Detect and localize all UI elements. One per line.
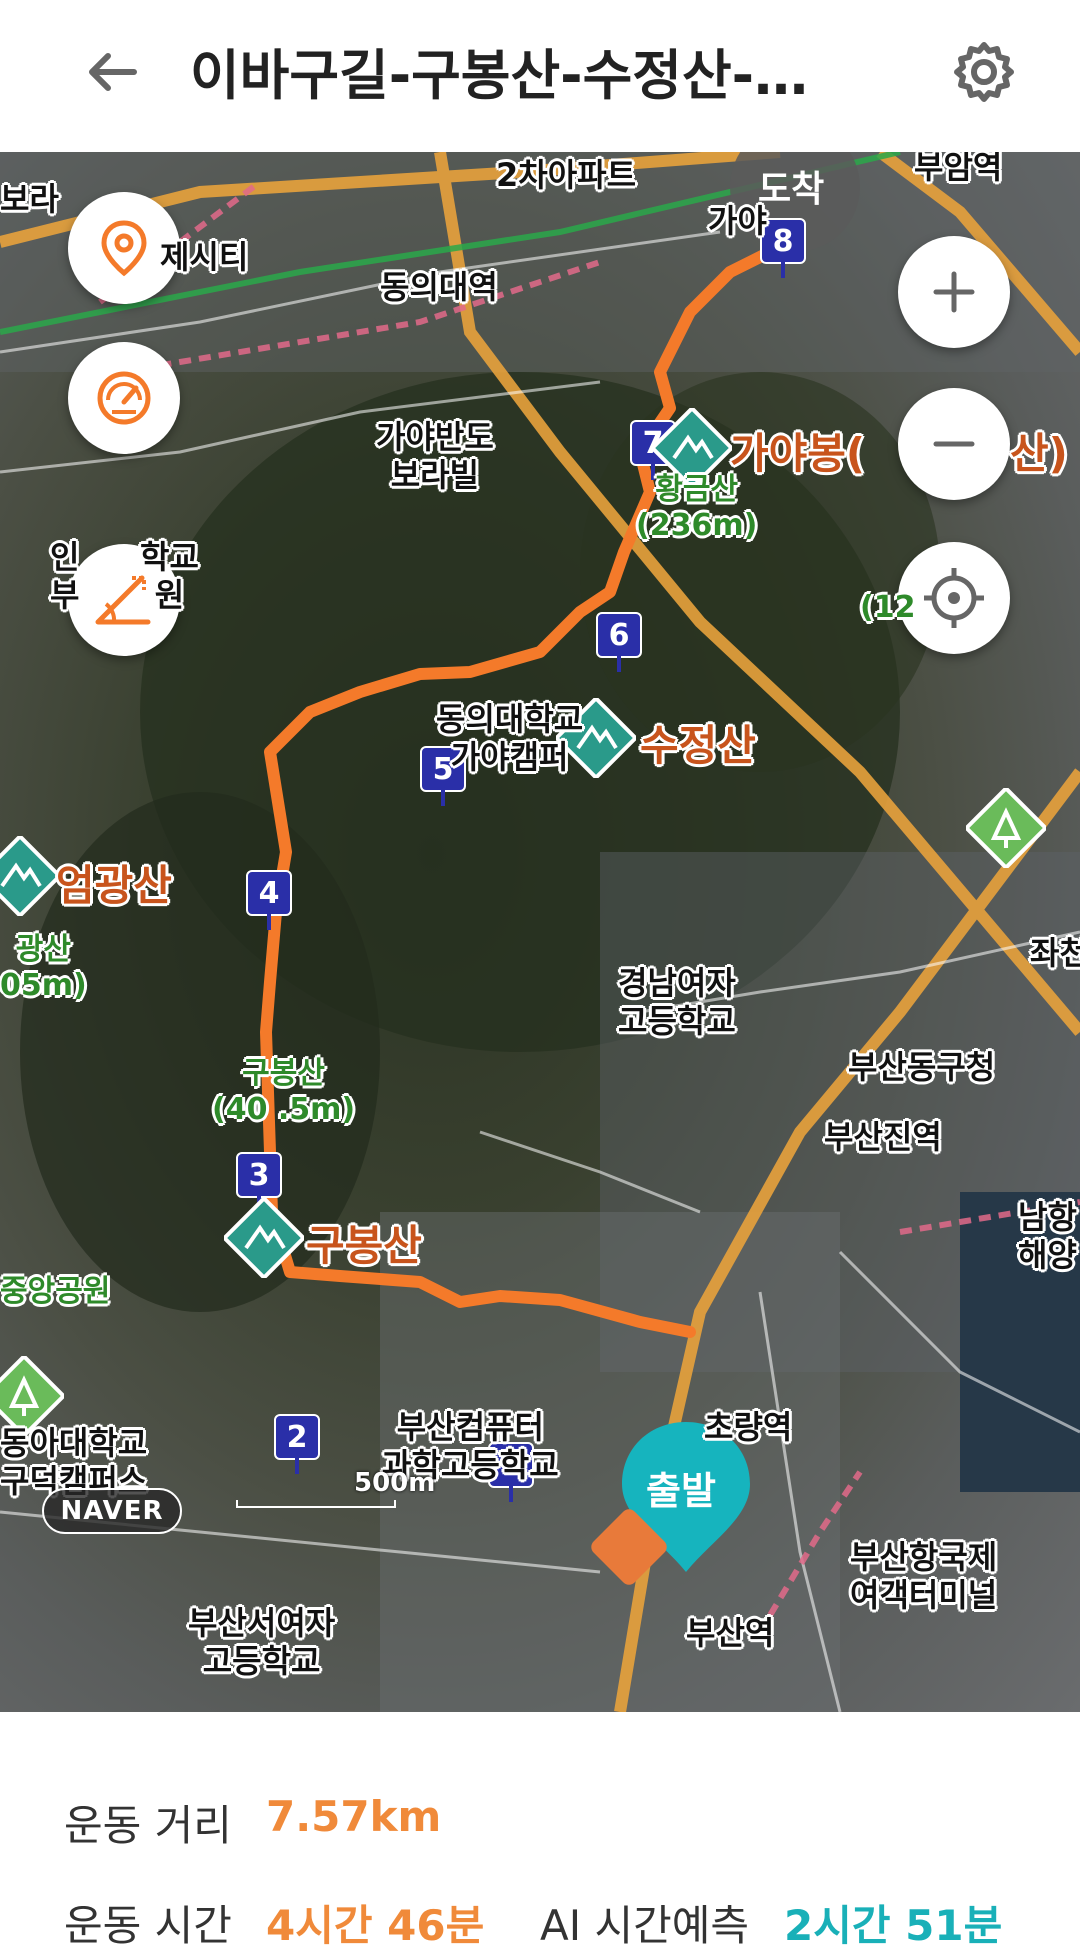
- place-label: 2차아파트: [496, 156, 637, 194]
- peak-label-gubongsan: 구봉산: [306, 1221, 422, 1270]
- map-pin-icon: [101, 220, 147, 277]
- mountain-icon: [0, 836, 60, 916]
- place-label: 동의대역: [380, 268, 498, 306]
- place-label: 동의대학교 가야캠퍼: [436, 700, 584, 776]
- mountain-icon: [224, 1198, 304, 1278]
- route-map[interactable]: 도착 출발 1 2 3 4 5 6 7 8 가야봉( 산) 수정산 엄광산 구봉…: [0, 152, 1080, 1712]
- scale-bar: 500m: [236, 1468, 435, 1512]
- place-label: 부산역: [686, 1614, 775, 1652]
- waypoint-2[interactable]: 2: [274, 1414, 320, 1474]
- place-label: 인 부: [50, 538, 80, 614]
- distance-label: 운동 거리: [64, 1801, 232, 1850]
- elevation-label: 황금산 (236m): [636, 472, 758, 543]
- place-label: 학교 원: [140, 538, 199, 614]
- elevation-label: (12: [860, 590, 916, 625]
- time-label: 운동 시간: [64, 1901, 232, 1950]
- place-label: 부암역: [914, 152, 1003, 186]
- peak-label-sujeongsan: 수정산: [640, 721, 756, 770]
- place-label: 가야: [708, 202, 767, 240]
- gear-icon: [954, 42, 1014, 102]
- back-button[interactable]: [72, 36, 152, 108]
- settings-button[interactable]: [942, 30, 1026, 114]
- arrow-left-icon: [89, 53, 137, 91]
- time-value: 4시간 46분: [266, 1901, 485, 1950]
- top-bar: 이바구길-구봉산-수정산-…: [0, 0, 1080, 152]
- distance-value: 7.57km: [266, 1792, 442, 1841]
- plus-icon: [933, 271, 975, 313]
- stats-panel: 운동 거리 7.57km 운동 시간 4시간 46분 AI 시간예측 2시간 5…: [0, 1712, 1080, 1960]
- place-label: 경남여자 고등학교: [618, 964, 736, 1040]
- place-label: 가야반도 보라빌: [376, 418, 494, 494]
- page-title: 이바구길-구봉산-수정산-…: [190, 44, 809, 107]
- elevation-label: 구봉산 (40 .5m): [212, 1056, 356, 1127]
- place-label: 보라: [0, 180, 59, 218]
- naver-logo: NAVER: [42, 1488, 182, 1534]
- crosshair-icon: [924, 568, 984, 628]
- peak-label-eomgwangsan: 엄광산: [56, 861, 172, 910]
- end-marker-label: 도착: [758, 169, 825, 210]
- elevation-label: 광산 05m): [0, 932, 87, 1003]
- place-label: 부산동구청: [848, 1048, 996, 1086]
- place-label: 중앙공원: [0, 1274, 111, 1309]
- start-marker-label: 출발: [646, 1469, 716, 1513]
- place-label: 제시티: [160, 238, 249, 276]
- place-label: 좌천: [1030, 934, 1080, 972]
- place-label: 부산항국제 여객터미널: [850, 1538, 998, 1614]
- zoom-in-button[interactable]: [898, 236, 1010, 348]
- place-label: 부산진역: [824, 1118, 942, 1156]
- speedometer-icon: [97, 371, 151, 425]
- ai-prediction-label: AI 시간예측: [540, 1901, 750, 1950]
- waypoint-4[interactable]: 4: [246, 870, 292, 930]
- ai-prediction-value: 2시간 51분: [784, 1901, 1003, 1950]
- waypoint-6[interactable]: 6: [596, 612, 642, 672]
- place-label: 초량역: [704, 1408, 793, 1446]
- place-label: 남항 해양: [1018, 1198, 1077, 1274]
- place-label: 부산서여자 고등학교: [188, 1604, 336, 1680]
- speed-button[interactable]: [68, 342, 180, 454]
- scale-label: 500m: [354, 1468, 436, 1498]
- park-icon: [966, 788, 1046, 868]
- zoom-out-button[interactable]: [898, 388, 1010, 500]
- peak-label-gayabong-tail: 산): [1010, 429, 1068, 478]
- minus-icon: [933, 441, 975, 447]
